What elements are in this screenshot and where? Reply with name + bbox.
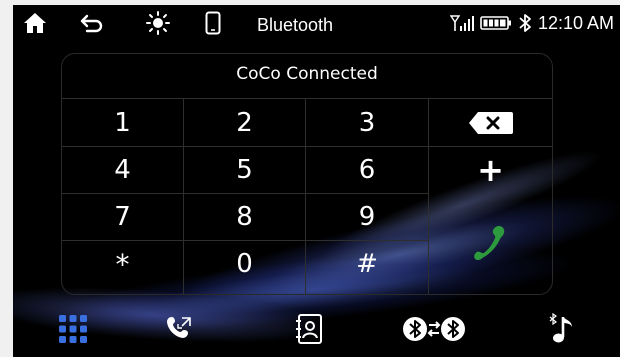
brightness-button[interactable] — [143, 9, 173, 37]
contacts-tab[interactable] — [285, 309, 333, 349]
key-2[interactable]: 2 — [184, 99, 305, 146]
key-6[interactable]: 6 — [306, 147, 428, 193]
key-9[interactable]: 9 — [306, 194, 428, 240]
backspace-icon — [468, 111, 513, 134]
key-0[interactable]: 0 — [184, 241, 305, 287]
bluetooth-pair-icon — [403, 317, 465, 341]
keypad-icon — [59, 315, 87, 343]
key-1[interactable]: 1 — [62, 99, 183, 146]
key-7[interactable]: 7 — [62, 194, 183, 240]
phone-icon — [205, 11, 221, 35]
phone-call-icon — [473, 226, 504, 260]
contacts-icon — [296, 314, 322, 344]
home-button[interactable] — [21, 9, 49, 37]
back-button[interactable] — [77, 9, 107, 37]
bluetooth-pair-tab[interactable] — [399, 309, 469, 349]
back-icon — [80, 14, 103, 33]
bottom-dock — [13, 301, 620, 357]
brightness-icon — [146, 11, 170, 35]
key-5[interactable]: 5 — [184, 147, 305, 193]
plus-button[interactable]: + — [429, 147, 552, 193]
dialer-panel: CoCo Connected 1 2 3 4 5 6 7 8 9 * 0 # + — [61, 53, 553, 295]
connection-status: CoCo Connected — [236, 64, 378, 84]
bluetooth-icon — [519, 14, 531, 32]
key-3[interactable]: 3 — [306, 99, 428, 146]
key-hash[interactable]: # — [306, 241, 428, 287]
call-history-icon — [167, 317, 191, 338]
status-indicators: 12:10 AM — [449, 11, 614, 35]
battery-icon — [480, 16, 511, 30]
head-unit-screen: Bluetooth 12:10 AM CoCo Connected 1 2 3 … — [13, 5, 620, 357]
backspace-button[interactable] — [429, 99, 552, 146]
key-8[interactable]: 8 — [184, 194, 305, 240]
call-button[interactable] — [429, 194, 552, 294]
key-star[interactable]: * — [62, 241, 183, 287]
home-icon — [24, 13, 46, 33]
clock: 12:10 AM — [537, 12, 614, 33]
keypad-tab[interactable] — [49, 309, 97, 349]
status-bar: Bluetooth 12:10 AM — [13, 5, 620, 41]
signal-icon — [449, 15, 474, 31]
key-4[interactable]: 4 — [62, 147, 183, 193]
screen-title: Bluetooth — [257, 14, 334, 35]
call-history-tab[interactable] — [155, 309, 203, 349]
bluetooth-audio-tab[interactable] — [537, 309, 585, 349]
phone-button[interactable] — [201, 9, 225, 37]
bluetooth-audio-icon — [549, 313, 572, 343]
